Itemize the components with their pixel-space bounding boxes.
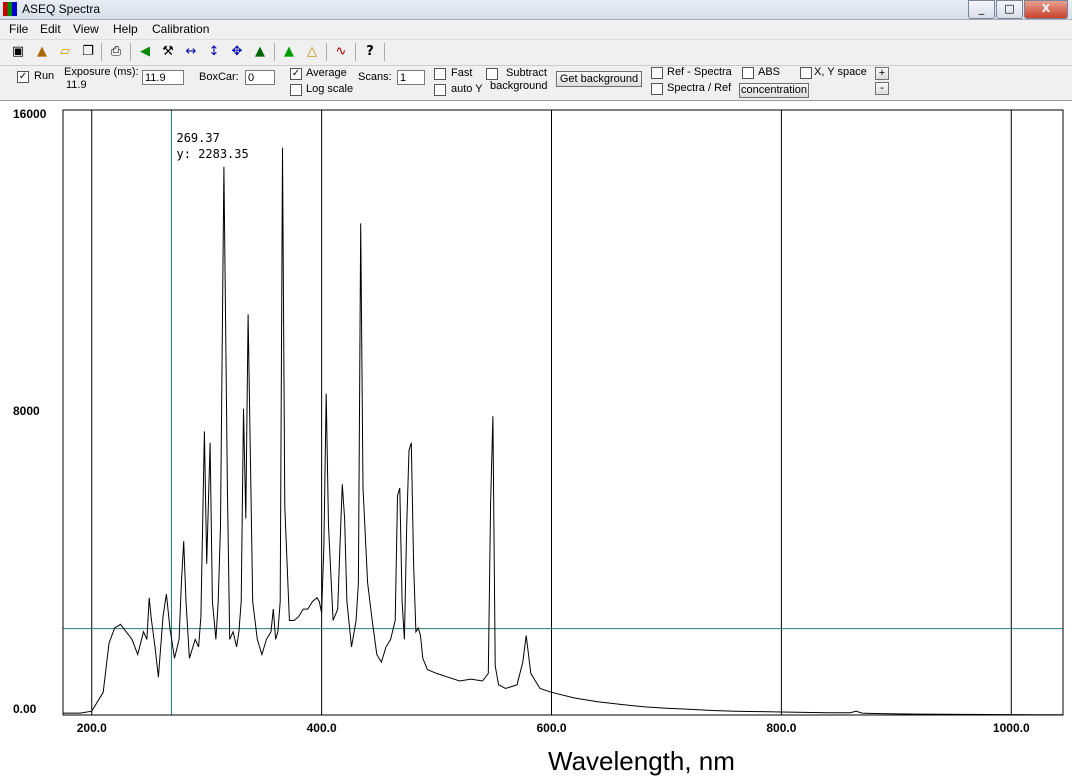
- run-checkbox[interactable]: ✓: [17, 71, 29, 83]
- toolbar-separator: [130, 43, 131, 61]
- close-button[interactable]: X: [1024, 0, 1068, 19]
- cursor-x-readout: 269.37: [176, 131, 219, 145]
- exposure-label: Exposure (ms):: [64, 66, 139, 78]
- toolbar: ▣ ▲ ▱ ❐ ⎙ ◀ ⚒ ↔ ↕ ✥ ▲ ▲ △ ∿ ?: [0, 40, 1072, 66]
- exposure-input[interactable]: 11.9: [142, 70, 184, 85]
- y-tick-label-0: 0.00: [13, 702, 37, 716]
- acquisition-controls: ✓ Run Exposure (ms): 11.9 11.9 BoxCar: 0…: [0, 66, 1072, 101]
- toolbar-separator: [326, 43, 327, 61]
- vertical-zoom-icon[interactable]: ↕: [205, 43, 223, 61]
- concentration-button[interactable]: concentration: [739, 83, 809, 98]
- xy-space-label: X, Y space: [814, 66, 867, 78]
- minimize-button[interactable]: _: [968, 0, 995, 19]
- title-bar: ASEQ Spectra _ □ X: [0, 0, 1072, 20]
- autoy-label: auto Y: [451, 83, 483, 95]
- window-controls: _ □ X: [967, 0, 1068, 19]
- scans-label: Scans:: [358, 71, 392, 83]
- get-background-button[interactable]: Get background: [556, 71, 642, 87]
- scans-input[interactable]: 1: [397, 70, 425, 85]
- x-tick-label: 200.0: [77, 721, 107, 735]
- menu-calibration[interactable]: Calibration: [152, 22, 209, 36]
- spectrum-chart[interactable]: 16000 8000 0.00 200.0 400.0 600.0 800.0 1000…: [0, 101, 1072, 784]
- boxcar-label: BoxCar:: [199, 71, 239, 83]
- fast-label: Fast: [451, 67, 473, 79]
- menu-view[interactable]: View: [73, 22, 99, 36]
- app-icon: [3, 2, 17, 16]
- y-tick-label-8000: 8000: [13, 404, 40, 418]
- ref-spectra-label: Ref - Spectra: [667, 66, 732, 78]
- abs-label: ABS: [758, 66, 781, 78]
- autoscale-icon[interactable]: ▲: [251, 43, 269, 61]
- left-arrow-icon[interactable]: ◀: [136, 43, 154, 61]
- boxcar-input[interactable]: 0: [245, 70, 275, 85]
- wrench-icon[interactable]: ⚒: [159, 43, 177, 61]
- menu-help[interactable]: Help: [113, 22, 138, 36]
- abs-checkbox[interactable]: [742, 67, 754, 79]
- toolbar-separator: [101, 43, 102, 61]
- logscale-checkbox[interactable]: [290, 84, 302, 96]
- fast-checkbox[interactable]: [434, 68, 446, 80]
- subtract-background-checkbox[interactable]: [486, 68, 498, 80]
- x-tick-label: 1000.0: [993, 721, 1030, 735]
- toolbar-separator: [355, 43, 356, 61]
- spectrum-plot[interactable]: 16000 8000 0.00 200.0 400.0 600.0 800.0 1000…: [0, 101, 1072, 784]
- x-tick-label: 800.0: [766, 721, 796, 735]
- zoom-out-button[interactable]: -: [875, 82, 889, 95]
- background-label: background: [490, 80, 548, 92]
- logscale-label: Log scale: [306, 83, 354, 95]
- x-tick-label: 400.0: [307, 721, 337, 735]
- export-icon[interactable]: ▲: [33, 43, 51, 61]
- menu-edit[interactable]: Edit: [40, 22, 61, 36]
- ref-spectra-checkbox[interactable]: [651, 67, 663, 79]
- x-axis-title: Wavelength, nm: [548, 746, 735, 776]
- print-icon[interactable]: ⎙: [107, 43, 125, 61]
- save-icon[interactable]: ▣: [9, 43, 27, 61]
- cursor-y-readout: y: 2283.35: [176, 147, 248, 161]
- menu-bar: File Edit View Help Calibration: [0, 20, 1072, 40]
- pan-icon[interactable]: ✥: [228, 43, 246, 61]
- copy-icon[interactable]: ❐: [79, 43, 97, 61]
- horizontal-zoom-icon[interactable]: ↔: [182, 43, 200, 61]
- spectra-ref-checkbox[interactable]: [651, 83, 663, 95]
- subtract-label: Subtract: [506, 67, 547, 79]
- spectrum-series-line: [63, 147, 1064, 716]
- average-checkbox[interactable]: ✓: [290, 68, 302, 80]
- x-tick-labels: 200.0 400.0 600.0 800.0 1000.0: [77, 721, 1030, 735]
- run-label: Run: [34, 70, 55, 82]
- help-icon[interactable]: ?: [361, 43, 379, 61]
- autoy-checkbox[interactable]: [434, 84, 446, 96]
- average-label: Average: [306, 67, 347, 79]
- toolbar-separator: [274, 43, 275, 61]
- open-icon[interactable]: ▱: [56, 43, 74, 61]
- window-title: ASEQ Spectra: [22, 2, 101, 16]
- toolbar-separator: [384, 43, 385, 61]
- cursor-crosshair[interactable]: [63, 110, 1063, 715]
- plot-frame: [62, 109, 1064, 716]
- zoom-in-button[interactable]: +: [875, 67, 889, 80]
- x-tick-label: 600.0: [536, 721, 566, 735]
- folder-up-icon[interactable]: △: [303, 43, 321, 61]
- y-tick-label-16000: 16000: [13, 107, 47, 121]
- spectra-ref-label: Spectra / Ref: [667, 82, 732, 94]
- menu-file[interactable]: File: [9, 22, 28, 36]
- maximize-button[interactable]: □: [996, 0, 1023, 19]
- exposure-readout: 11.9: [66, 79, 87, 91]
- xy-space-checkbox[interactable]: [800, 67, 812, 79]
- spectrum-icon[interactable]: ∿: [332, 43, 350, 61]
- peak-up-icon[interactable]: ▲: [280, 43, 298, 61]
